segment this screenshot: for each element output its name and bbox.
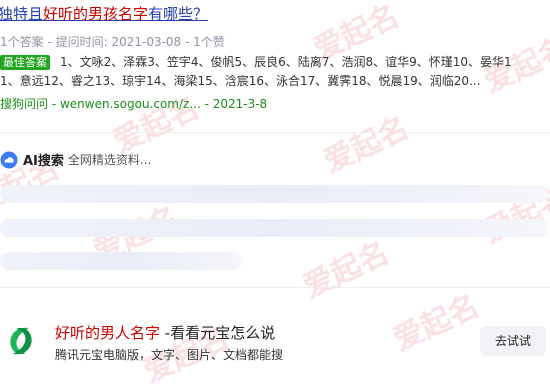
ai-search-subtitle: 全网精选资料... — [67, 153, 152, 167]
answer-text-line1: 1、文咏2、泽霖3、笠宇4、俊帆5、辰良6、陆离7、浩润8、谊华9、怀瑾10、晏… — [60, 55, 512, 69]
yuanbao-logo-icon — [3, 323, 39, 359]
watermark: 爱起名 — [318, 110, 415, 181]
best-answer: 最佳答案 1、文咏2、泽霖3、笠宇4、俊帆5、辰良6、陆离7、浩润8、谊华9、怀瑾… — [0, 52, 550, 72]
yuanbao-title-suffix: -看看元宝怎么说 — [160, 324, 276, 342]
result-title-highlight: 好听的男孩名字 — [43, 5, 149, 23]
result-title-suffix: 有哪些？ — [148, 5, 209, 23]
result-title-prefix: 独特且 — [0, 5, 44, 23]
result-source-link[interactable]: 搜狗问问 - wenwen.sogou.com/z... - 2021-3-8 — [0, 95, 267, 112]
ai-search-header[interactable]: AI搜索 全网精选资料... — [0, 150, 151, 169]
watermark: 爱起名 — [298, 235, 395, 306]
try-button[interactable]: 去试试 — [480, 326, 546, 356]
yuanbao-subtitle: 腾讯元宝电脑版，文字、图片、文档都能搜 — [55, 348, 284, 362]
best-answer-badge: 最佳答案 — [0, 55, 50, 70]
yuanbao-title[interactable]: 好听的男人名字 -看看元宝怎么说 — [55, 322, 275, 343]
yuanbao-title-highlight: 好听的男人名字 — [55, 324, 161, 342]
loading-skeleton-line — [0, 252, 242, 270]
divider — [0, 132, 550, 133]
answer-text-line2: 1、意远12、睿之13、琼宇14、海梁15、浛宸16、泳合17、冀霁18、悦晨1… — [0, 74, 481, 88]
divider — [0, 287, 550, 288]
result-title[interactable]: 独特且好听的男孩名字有哪些？ — [0, 3, 208, 24]
loading-skeleton-line — [0, 219, 548, 237]
result-meta: 1个答案 - 提问时间: 2021-03-08 - 1个赞 — [0, 35, 225, 49]
ai-search-label: AI搜索 — [23, 154, 64, 169]
loading-skeleton-line — [0, 185, 548, 203]
result-title-link[interactable]: 独特且好听的男孩名字有哪些？ — [0, 5, 208, 23]
watermark: 爱起名 — [388, 288, 485, 359]
ai-cloud-icon — [0, 151, 18, 168]
